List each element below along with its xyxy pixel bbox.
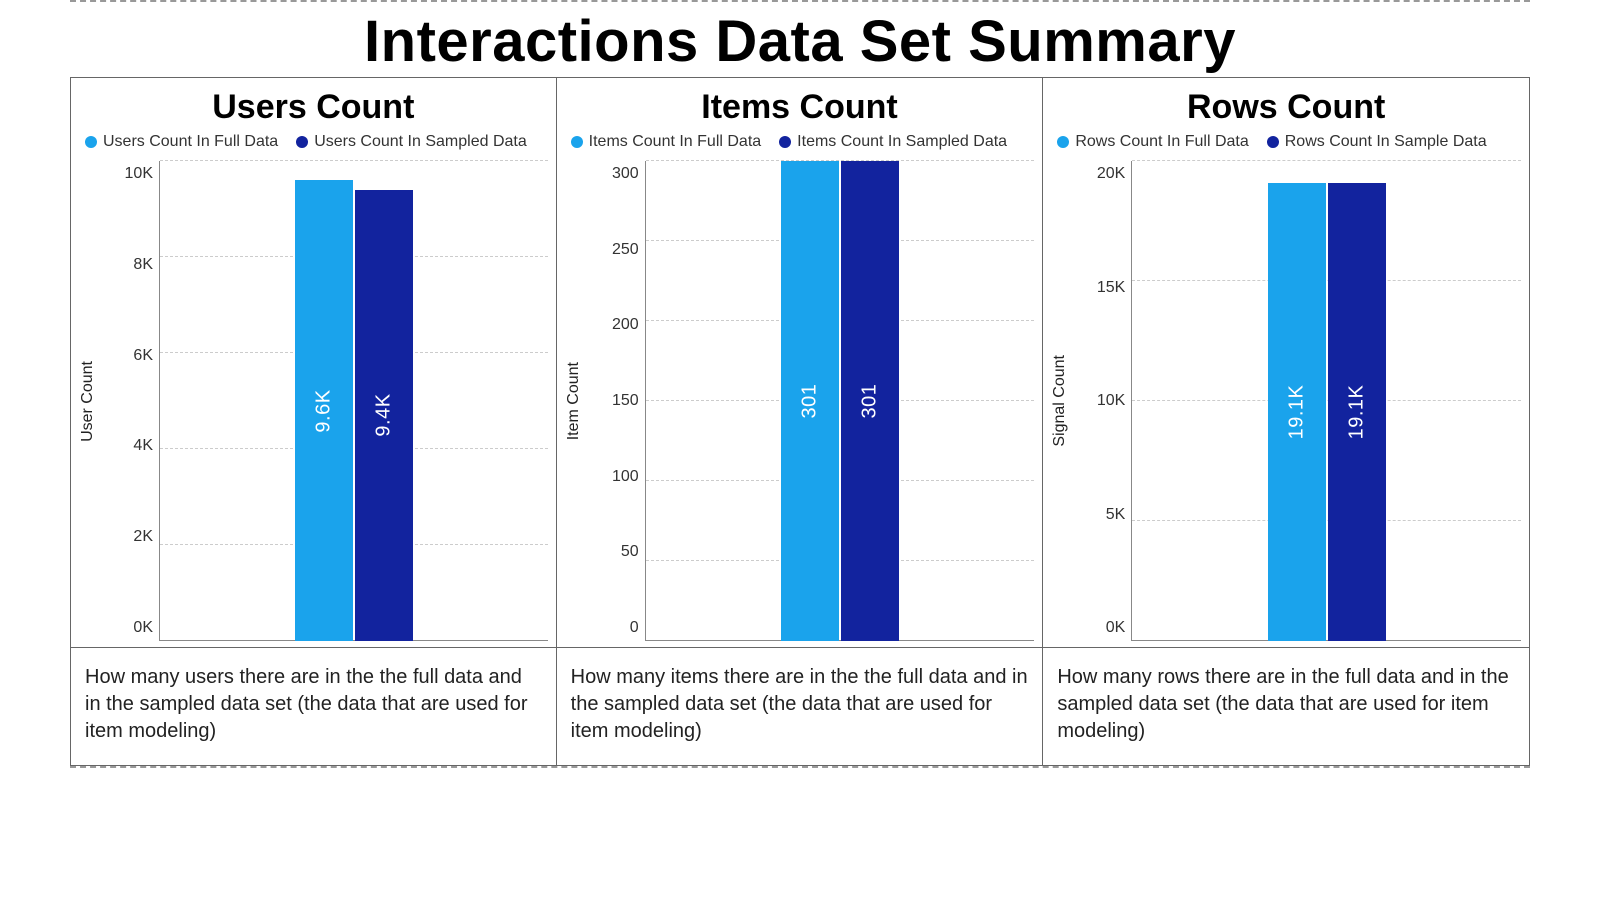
description-text: How many items there are in the the full…: [565, 654, 1035, 759]
bar-value-label: 9.6K: [312, 389, 335, 432]
chart-users: User Count 10K 8K 6K 4K 2K 0K 9.6K 9.4K: [79, 161, 548, 641]
legend-label: Items Count In Sampled Data: [797, 133, 1007, 151]
description-text: How many rows there are in the full data…: [1051, 654, 1521, 759]
legend-users: Users Count In Full Data Users Count In …: [85, 133, 548, 151]
legend-items: Items Count In Full Data Items Count In …: [571, 133, 1035, 151]
y-tick-label: 150: [612, 392, 639, 410]
legend-item: Rows Count In Sample Data: [1267, 133, 1487, 151]
bar: 301: [841, 161, 899, 641]
legend-label: Items Count In Full Data: [589, 133, 762, 151]
legend-label: Rows Count In Full Data: [1075, 133, 1248, 151]
y-tick-label: 0K: [1106, 619, 1126, 637]
bars-container: 301 301: [646, 161, 1035, 641]
y-axis-ticks: 10K 8K 6K 4K 2K 0K: [101, 161, 159, 641]
legend-item: Rows Count In Full Data: [1057, 133, 1248, 151]
y-tick-label: 8K: [133, 256, 153, 274]
chart-items: Item Count 300 250 200 150 100 50 0 301 301: [565, 161, 1035, 641]
y-tick-label: 200: [612, 316, 639, 334]
y-axis-label: Signal Count: [1051, 355, 1073, 447]
chart-title-items: Items Count: [565, 88, 1035, 127]
panel-items-desc: How many items there are in the the full…: [557, 648, 1044, 766]
legend-item: Items Count In Sampled Data: [779, 133, 1007, 151]
bar: 301: [781, 161, 839, 641]
legend-label: Users Count In Full Data: [103, 133, 278, 151]
panel-rows-chart: Rows Count Rows Count In Full Data Rows …: [1043, 78, 1530, 648]
y-tick-label: 0: [630, 619, 639, 637]
bar-value-label: 19.1K: [1345, 384, 1368, 439]
panel-items-chart: Items Count Items Count In Full Data Ite…: [557, 78, 1044, 648]
y-tick-label: 100: [612, 468, 639, 486]
charts-grid: Users Count Users Count In Full Data Use…: [70, 77, 1530, 766]
bars-container: 9.6K 9.4K: [160, 161, 548, 641]
y-tick-label: 10K: [125, 165, 153, 183]
legend-item: Items Count In Full Data: [571, 133, 762, 151]
bottom-dashed-divider: [70, 766, 1530, 768]
y-tick-label: 15K: [1097, 279, 1125, 297]
y-tick-label: 5K: [1106, 506, 1126, 524]
y-tick-label: 20K: [1097, 165, 1125, 183]
legend-rows: Rows Count In Full Data Rows Count In Sa…: [1057, 133, 1521, 151]
panel-users-desc: How many users there are in the the full…: [70, 648, 557, 766]
panel-rows-desc: How many rows there are in the full data…: [1043, 648, 1530, 766]
y-tick-label: 4K: [133, 437, 153, 455]
legend-swatch-icon: [571, 136, 583, 148]
y-tick-label: 300: [612, 165, 639, 183]
description-text: How many users there are in the the full…: [79, 654, 548, 759]
chart-rows: Signal Count 20K 15K 10K 5K 0K 19.1K 19.1K: [1051, 161, 1521, 641]
legend-swatch-icon: [296, 136, 308, 148]
legend-label: Users Count In Sampled Data: [314, 133, 527, 151]
y-axis-label: User Count: [79, 361, 101, 442]
bar-value-label: 301: [858, 384, 881, 419]
chart-title-rows: Rows Count: [1051, 88, 1521, 127]
y-axis-ticks: 20K 15K 10K 5K 0K: [1073, 161, 1131, 641]
y-axis-ticks: 300 250 200 150 100 50 0: [587, 161, 645, 641]
y-tick-label: 50: [621, 543, 639, 561]
y-axis-label: Item Count: [565, 362, 587, 440]
legend-label: Rows Count In Sample Data: [1285, 133, 1487, 151]
panel-users-chart: Users Count Users Count In Full Data Use…: [70, 78, 557, 648]
legend-swatch-icon: [779, 136, 791, 148]
plot-area: 9.6K 9.4K: [159, 161, 548, 641]
y-tick-label: 0K: [133, 619, 153, 637]
bar: 19.1K: [1268, 183, 1326, 641]
y-tick-label: 10K: [1097, 392, 1125, 410]
page-title: Interactions Data Set Summary: [70, 8, 1530, 75]
bar: 9.6K: [295, 180, 353, 641]
plot-area: 301 301: [645, 161, 1035, 641]
y-tick-label: 2K: [133, 528, 153, 546]
legend-item: Users Count In Full Data: [85, 133, 278, 151]
legend-item: Users Count In Sampled Data: [296, 133, 527, 151]
bars-container: 19.1K 19.1K: [1132, 161, 1521, 641]
bar-value-label: 19.1K: [1285, 384, 1308, 439]
y-tick-label: 6K: [133, 347, 153, 365]
bar-value-label: 9.4K: [372, 394, 395, 437]
bar: 19.1K: [1328, 183, 1386, 641]
bar: 9.4K: [355, 190, 413, 641]
y-tick-label: 250: [612, 241, 639, 259]
bar-value-label: 301: [798, 384, 821, 419]
chart-title-users: Users Count: [79, 88, 548, 127]
plot-area: 19.1K 19.1K: [1131, 161, 1521, 641]
legend-swatch-icon: [1267, 136, 1279, 148]
legend-swatch-icon: [85, 136, 97, 148]
legend-swatch-icon: [1057, 136, 1069, 148]
